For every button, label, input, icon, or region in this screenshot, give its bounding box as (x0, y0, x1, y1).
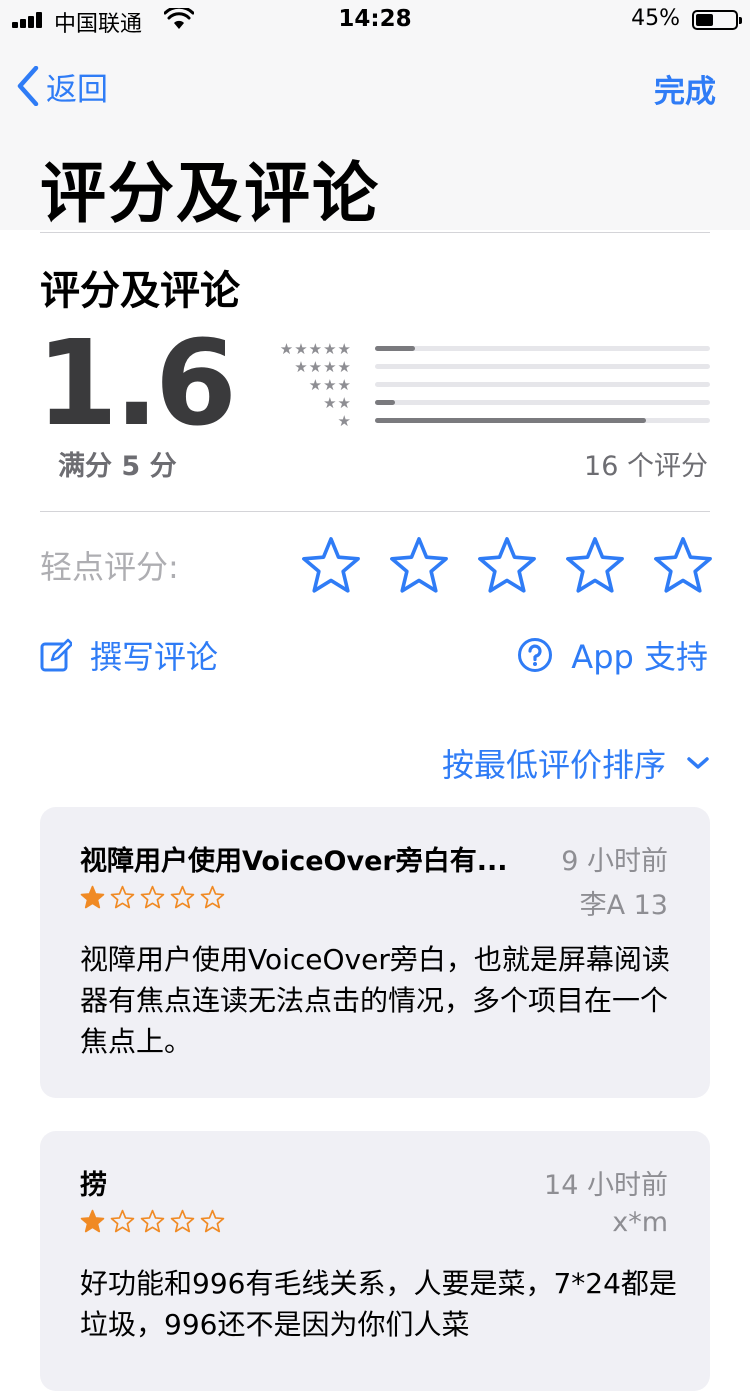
star-empty-icon (110, 1209, 135, 1233)
divider (40, 232, 710, 233)
write-review-label: 撰写评论 (90, 638, 219, 676)
divider (40, 511, 710, 512)
histogram-stars-label: ★ (337, 412, 352, 430)
app-support-label: App 支持 (571, 638, 708, 676)
rate-star-1-icon[interactable] (300, 535, 362, 597)
help-circle-icon (518, 638, 553, 672)
battery-icon (692, 10, 742, 30)
sort-selector[interactable]: 按最低评价排序 (442, 740, 710, 786)
page-title: 评分及评论 (40, 155, 380, 232)
review-body: 好功能和996有毛线关系，人要是菜，7*24都是垃圾，996还不是因为你们人菜 (80, 1267, 677, 1341)
navigation-bar: 返回 完成 评分及评论 (0, 40, 750, 232)
chevron-left-icon (17, 66, 39, 106)
review-body: 视障用户使用VoiceOver旁白，也就是屏幕阅读器有焦点连读无法点击的情况，多… (80, 943, 670, 1058)
rate-star-5-icon[interactable] (652, 535, 714, 597)
rating-histogram: ★★★★★ ★★★★ ★★★ ★★ ★ (262, 340, 710, 430)
histogram-row: ★★★★★ (262, 340, 710, 358)
review-stars (80, 885, 230, 910)
histogram-row: ★ (262, 412, 710, 430)
histogram-stars-label: ★★ (323, 394, 352, 412)
section-title: 评分及评论 (40, 268, 240, 314)
status-bar: 中国联通 14:28 45% (0, 0, 750, 40)
histogram-track (375, 400, 710, 405)
write-review-button[interactable]: 撰写评论 (40, 632, 218, 678)
tap-to-rate-stars (300, 535, 740, 597)
sort-label: 按最低评价排序 (441, 746, 666, 784)
rate-star-4-icon[interactable] (564, 535, 626, 597)
review-card[interactable]: 捞 14 小时前 x*m 好功能和996有毛线关系，人要是菜，7*24都是垃圾，… (40, 1131, 710, 1391)
star-empty-icon (200, 885, 225, 909)
histogram-stars-label: ★★★★ (294, 358, 352, 376)
review-author: 李A 13 (579, 890, 668, 921)
back-label: 返回 (46, 71, 108, 108)
histogram-row: ★★★ (262, 376, 710, 394)
star-empty-icon (110, 885, 135, 909)
histogram-row: ★★ (262, 394, 710, 412)
review-title: 捞 (80, 1170, 107, 1201)
average-rating: 1.6 (36, 314, 237, 452)
review-stars (80, 1209, 230, 1234)
star-empty-icon (200, 1209, 225, 1233)
histogram-fill (375, 418, 647, 423)
star-filled-icon (80, 1209, 105, 1233)
rate-star-3-icon[interactable] (476, 535, 538, 597)
histogram-track (375, 382, 710, 387)
review-author: x*m (612, 1207, 668, 1238)
star-empty-icon (140, 1209, 165, 1233)
histogram-track (375, 418, 710, 423)
tap-to-rate-label: 轻点评分: (40, 548, 179, 586)
chevron-down-icon (687, 757, 709, 769)
rate-star-2-icon[interactable] (388, 535, 450, 597)
rating-scale: 满分 5 分 (58, 451, 177, 482)
histogram-row: ★★★★ (262, 358, 710, 376)
review-time: 9 小时前 (561, 846, 668, 877)
histogram-track (375, 364, 710, 369)
histogram-stars-label: ★★★ (308, 376, 352, 394)
app-support-button[interactable]: App 支持 (517, 632, 708, 678)
back-button[interactable]: 返回 (16, 66, 108, 108)
review-card[interactable]: 视障用户使用VoiceOver旁白有... 9 小时前 李A 13 视障用户使用… (40, 807, 710, 1098)
star-empty-icon (170, 1209, 195, 1233)
star-empty-icon (140, 885, 165, 909)
review-time: 14 小时前 (544, 1170, 668, 1201)
histogram-track (375, 346, 710, 351)
histogram-fill (375, 346, 416, 351)
review-title: 视障用户使用VoiceOver旁白有... (80, 846, 508, 877)
star-filled-icon (80, 885, 105, 909)
histogram-fill (375, 400, 396, 405)
compose-icon (40, 638, 72, 672)
star-empty-icon (170, 885, 195, 909)
histogram-stars-label: ★★★★★ (279, 340, 352, 358)
rating-count: 16 个评分 (584, 451, 708, 482)
done-button[interactable]: 完成 (654, 66, 716, 111)
battery-percent: 45% (631, 6, 680, 31)
